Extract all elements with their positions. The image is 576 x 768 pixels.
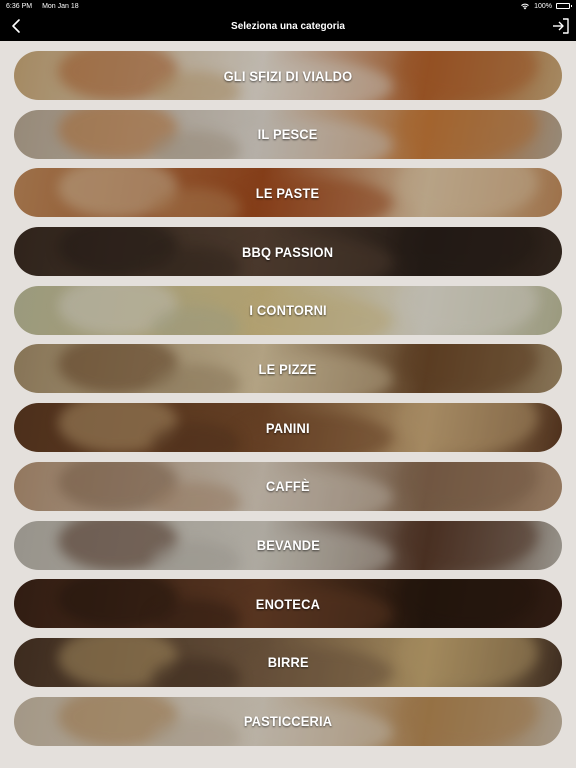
category-label: GLI SFIZI DI VIALDO xyxy=(223,67,353,84)
navigation-bar: Seleziona una categoria xyxy=(0,12,576,41)
chevron-left-icon[interactable] xyxy=(8,18,24,34)
page-title: Seleziona una categoria xyxy=(231,21,345,32)
category-item[interactable]: LE PASTE xyxy=(14,168,562,218)
category-item[interactable]: BIRRE xyxy=(14,637,562,687)
category-item[interactable]: BBQ PASSION xyxy=(14,227,562,277)
category-label: ENOTECA xyxy=(255,595,321,612)
category-label: BIRRE xyxy=(267,654,309,671)
logout-icon[interactable] xyxy=(552,18,570,34)
status-time: 6:36 PM xyxy=(6,2,33,10)
category-label: LE PIZZE xyxy=(258,360,318,377)
category-item[interactable]: I CONTORNI xyxy=(14,285,562,335)
category-label: IL PESCE xyxy=(258,126,318,143)
category-item[interactable]: PANINI xyxy=(14,403,562,453)
category-label: LE PASTE xyxy=(256,184,320,201)
status-right: 100% xyxy=(520,2,572,10)
category-item[interactable]: BEVANDE xyxy=(14,520,562,570)
category-label: BBQ PASSION xyxy=(242,243,334,260)
wifi-icon xyxy=(521,3,529,10)
status-date: Mon Jan 18 xyxy=(42,2,79,10)
category-item[interactable]: IL PESCE xyxy=(14,109,562,159)
category-list: GLI SFIZI DI VIALDO IL PESCE LE PASTE BBQ P… xyxy=(14,51,562,755)
category-label: PASTICCERIA xyxy=(243,713,333,730)
status-bar: 6:36 PM Mon Jan 18 100% xyxy=(0,0,576,12)
category-item[interactable]: GLI SFIZI DI VIALDO xyxy=(14,51,562,100)
battery-text: 100% xyxy=(534,2,552,10)
category-item[interactable]: PASTICCERIA xyxy=(14,696,562,746)
battery-icon xyxy=(556,3,572,9)
category-item[interactable]: ENOTECA xyxy=(14,579,562,629)
category-item[interactable]: CAFFÈ xyxy=(14,461,562,511)
category-item[interactable]: LE PIZZE xyxy=(14,344,562,394)
category-label: BEVANDE xyxy=(256,537,320,553)
category-label: CAFFÈ xyxy=(266,478,310,495)
category-label: I CONTORNI xyxy=(249,302,327,319)
category-label: PANINI xyxy=(266,419,310,436)
